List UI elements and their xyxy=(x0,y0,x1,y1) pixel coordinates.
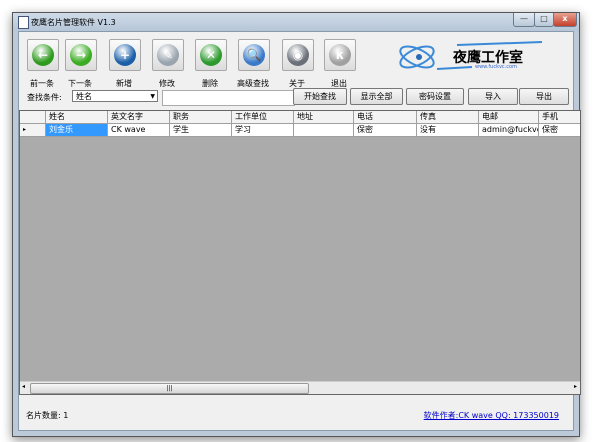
table-cell[interactable]: admin@fuckvc... xyxy=(479,124,539,137)
toolbar-label: 高级查找 xyxy=(237,79,269,88)
author-link[interactable]: 软件作者:CK wave QQ: 173350019 xyxy=(424,410,559,421)
table-cell[interactable]: 学习 xyxy=(232,124,294,137)
show-all-button[interactable]: 显示全部 xyxy=(350,88,403,105)
toolbar-button-about[interactable]: ◉ xyxy=(282,39,314,71)
table-cell[interactable]: 保密 xyxy=(539,124,580,137)
start-search-button[interactable]: 开始查找 xyxy=(293,88,347,105)
toolbar-label: 下一条 xyxy=(68,79,92,88)
table-row[interactable]: ▸刘金乐CK wave学生学习保密没有admin@fuckvc...保密 xyxy=(20,124,580,137)
arrow-left-icon: ← xyxy=(32,44,54,66)
column-header[interactable]: 姓名 xyxy=(46,111,108,124)
table-cell[interactable]: 刘金乐 xyxy=(46,124,108,137)
main-window: 夜鹰名片管理软件 V1.3 — □ x ← 前一条 → 下一条 + 新增 ✎ 修改 ✕ 删除 🔍 高级… xyxy=(12,12,581,437)
minimize-button[interactable]: — xyxy=(513,13,535,27)
column-header[interactable]: 英文名字 xyxy=(108,111,170,124)
logo-url: www.fuckvc.com xyxy=(475,64,517,70)
search-field-value: 姓名 xyxy=(76,92,92,101)
column-header[interactable]: 职务 xyxy=(170,111,232,124)
client-area: ← 前一条 → 下一条 + 新增 ✎ 修改 ✕ 删除 🔍 高级查找 ◉ 关于 κ 退出 夜鹰工作室 www.f… xyxy=(18,31,581,431)
row-selector[interactable]: ▸ xyxy=(20,124,46,137)
maximize-button[interactable]: □ xyxy=(534,13,554,27)
close-button[interactable]: x xyxy=(553,13,577,27)
toolbar-label: 修改 xyxy=(159,79,175,88)
toolbar-label: 前一条 xyxy=(30,79,54,88)
column-header[interactable]: 传真 xyxy=(417,111,479,124)
column-header[interactable]: 手机 xyxy=(539,111,580,124)
toolbar-button-add[interactable]: + xyxy=(109,39,141,71)
chevron-down-icon: ▼ xyxy=(150,93,155,100)
password-settings-button[interactable]: 密码设置 xyxy=(406,88,464,105)
column-header[interactable]: 电邮 xyxy=(479,111,539,124)
column-header[interactable]: 工作单位 xyxy=(232,111,294,124)
card-count: 名片数量: 1 xyxy=(26,411,69,420)
edit-icon: ✎ xyxy=(157,44,179,66)
app-icon xyxy=(18,16,29,29)
column-header[interactable]: 地址 xyxy=(294,111,354,124)
table-cell[interactable]: CK wave xyxy=(108,124,170,137)
toolbar-button-search[interactable]: 🔍 xyxy=(238,39,270,71)
toolbar-button-arrow-left[interactable]: ← xyxy=(27,39,59,71)
toolbar-button-arrow-right[interactable]: → xyxy=(65,39,97,71)
table-cell[interactable]: 学生 xyxy=(170,124,232,137)
scroll-right-icon[interactable]: ▸ xyxy=(574,383,577,390)
add-icon: + xyxy=(114,44,136,66)
search-field-select[interactable]: 姓名 ▼ xyxy=(72,90,158,102)
window-title: 夜鹰名片管理软件 V1.3 xyxy=(31,18,116,27)
data-grid[interactable]: 姓名 英文名字 职务 工作单位 地址 电话 传真 电邮 手机 ▸ 刘金乐 CK wave 学生 学习 保密… xyxy=(19,110,581,395)
table-cell[interactable] xyxy=(294,124,354,137)
row-header-corner xyxy=(20,111,46,124)
search-input[interactable] xyxy=(162,90,295,106)
delete-icon: ✕ xyxy=(200,44,222,66)
toolbar-label: 删除 xyxy=(202,79,218,88)
table-cell[interactable]: 保密 xyxy=(354,124,417,137)
exit-icon: κ xyxy=(329,44,351,66)
scroll-left-icon[interactable]: ◂ xyxy=(22,383,25,390)
title-bar: 夜鹰名片管理软件 V1.3 — □ x xyxy=(13,13,579,31)
import-button[interactable]: 导入 xyxy=(468,88,518,105)
toolbar-button-edit[interactable]: ✎ xyxy=(152,39,184,71)
horizontal-scrollbar[interactable]: ◂ ||| ▸ xyxy=(20,381,580,394)
search-icon: 🔍 xyxy=(243,44,265,66)
toolbar-label: 新增 xyxy=(116,79,132,88)
scrollbar-thumb[interactable]: ||| xyxy=(30,383,309,394)
table-cell[interactable]: 没有 xyxy=(417,124,479,137)
about-icon: ◉ xyxy=(287,44,309,66)
toolbar-button-delete[interactable]: ✕ xyxy=(195,39,227,71)
logo: 夜鹰工作室 www.fuckvc.com xyxy=(397,39,547,73)
export-button[interactable]: 导出 xyxy=(519,88,569,105)
arrow-right-icon: → xyxy=(70,44,92,66)
column-header[interactable]: 电话 xyxy=(354,111,417,124)
grid-header: 姓名 英文名字 职务 工作单位 地址 电话 传真 电邮 手机 xyxy=(20,111,580,124)
search-condition-label: 查找条件: xyxy=(27,93,62,102)
toolbar-button-exit[interactable]: κ xyxy=(324,39,356,71)
